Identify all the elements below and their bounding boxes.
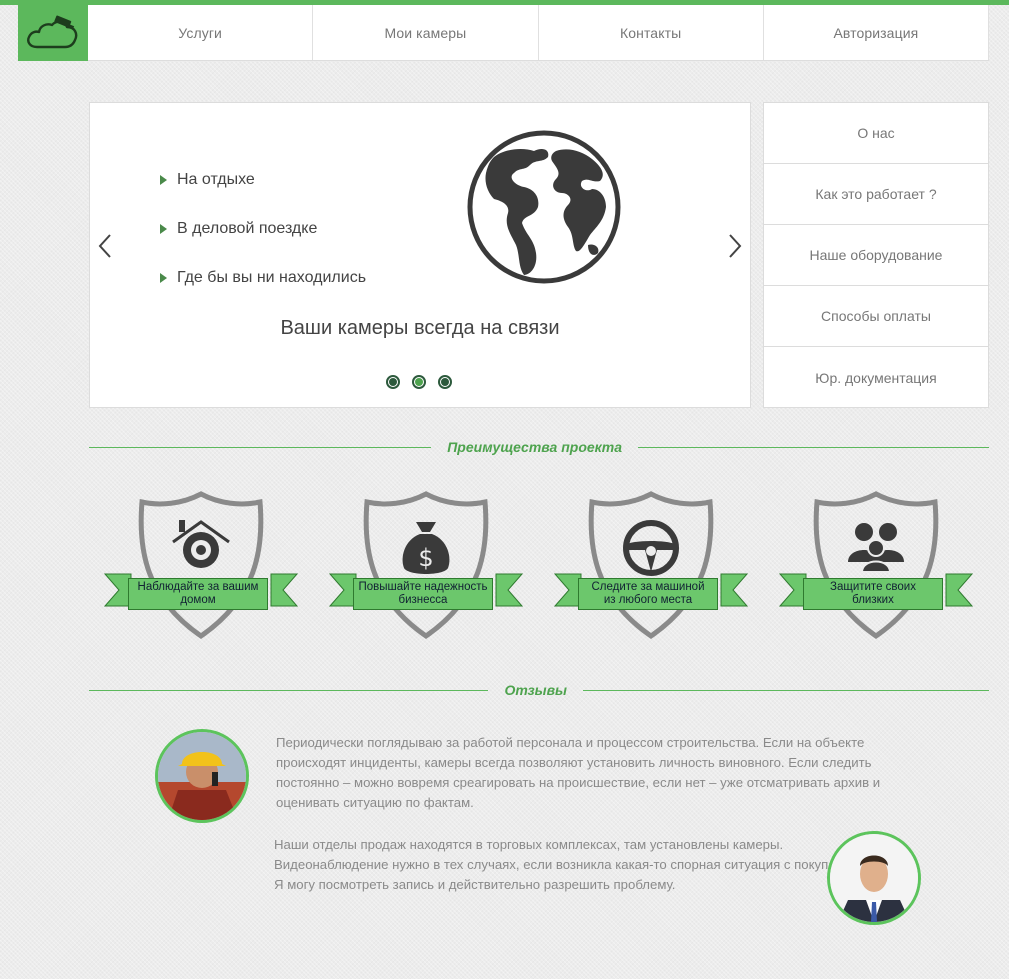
- side-menu-item-equipment[interactable]: Наше оборудование: [764, 225, 988, 286]
- cloud-camera-icon: [27, 15, 78, 49]
- review-text-2: Наши отделы продаж находятся в торговых …: [274, 837, 876, 892]
- advantages-title: Преимущества проекта: [447, 439, 622, 455]
- triangle-bullet-icon: [160, 174, 167, 185]
- slider-dot-2[interactable]: [412, 375, 426, 389]
- family-icon: [848, 523, 904, 572]
- globe-icon: [467, 130, 621, 284]
- steering-wheel-icon: [623, 520, 679, 576]
- divider: [583, 689, 989, 691]
- side-menu-item-about[interactable]: О нас: [764, 103, 988, 164]
- house-camera-icon: [172, 520, 230, 568]
- hero-slider: На отдыхе В деловой поездке Где бы вы ни…: [89, 102, 751, 408]
- main-nav: Услуги Мои камеры Контакты Авторизация: [18, 5, 989, 61]
- slider-next-button[interactable]: [728, 233, 742, 264]
- slider-pagination: [386, 375, 452, 389]
- worker-avatar-image: [158, 732, 246, 820]
- list-item: Где бы вы ни находились: [160, 253, 366, 302]
- divider: [89, 446, 432, 448]
- nav-item-login[interactable]: Авторизация: [764, 5, 989, 60]
- nav-item-contacts[interactable]: Контакты: [539, 5, 764, 60]
- list-item: На отдыхе: [160, 155, 366, 204]
- benefit-label: Защитите своих близких: [803, 578, 943, 610]
- chevron-right-icon: [729, 234, 742, 258]
- side-menu-item-how-it-works[interactable]: Как это работает ?: [764, 164, 988, 225]
- slider-caption: Ваши камеры всегда на связи: [280, 317, 560, 339]
- advantages-heading: Преимущества проекта: [89, 437, 989, 457]
- review-text-1: Периодически поглядываю за работой персо…: [276, 735, 881, 810]
- bullet-text: В деловой поездке: [177, 219, 318, 237]
- chevron-left-icon: [98, 234, 111, 258]
- benefit-label: Наблюдайте за вашим домом: [128, 578, 268, 610]
- logo[interactable]: [18, 5, 88, 61]
- divider: [89, 689, 489, 691]
- businessman-avatar-image: [830, 834, 918, 922]
- slider-dot-3[interactable]: [438, 375, 452, 389]
- slider-dot-1[interactable]: [386, 375, 400, 389]
- benefit-label: Следите за машиной из любого места: [578, 578, 718, 610]
- benefit-car[interactable]: Следите за машиной из любого места: [551, 490, 751, 650]
- nav-item-services[interactable]: Услуги: [88, 5, 314, 60]
- side-menu-item-legal[interactable]: Юр. документация: [764, 347, 988, 408]
- slider-bullet-list: На отдыхе В деловой поездке Где бы вы ни…: [160, 155, 366, 302]
- benefit-business[interactable]: $ Повышайте надежность бизнесса: [326, 490, 526, 650]
- triangle-bullet-icon: [160, 272, 167, 283]
- nav-item-my-cameras[interactable]: Мои камеры: [313, 5, 539, 60]
- list-item: В деловой поездке: [160, 204, 366, 253]
- benefit-home[interactable]: Наблюдайте за вашим домом: [101, 490, 301, 650]
- triangle-bullet-icon: [160, 223, 167, 234]
- slider-prev-button[interactable]: [98, 233, 112, 264]
- reviews-title: Отзывы: [504, 682, 567, 698]
- side-menu: О нас Как это работает ? Наше оборудован…: [763, 102, 989, 408]
- divider: [638, 446, 989, 448]
- businessman-avatar: [827, 831, 921, 925]
- svg-text:$: $: [418, 544, 433, 572]
- money-bag-icon: $: [402, 522, 450, 574]
- bullet-text: Где бы вы ни находились: [177, 268, 367, 286]
- benefit-family[interactable]: Защитите своих близких: [776, 490, 976, 650]
- bullet-text: На отдыхе: [177, 170, 255, 188]
- worker-avatar: [155, 729, 249, 823]
- reviews-heading: Отзывы: [89, 680, 989, 700]
- side-menu-item-payment[interactable]: Способы оплаты: [764, 286, 988, 347]
- benefit-label: Повышайте надежность бизнесса: [353, 578, 493, 610]
